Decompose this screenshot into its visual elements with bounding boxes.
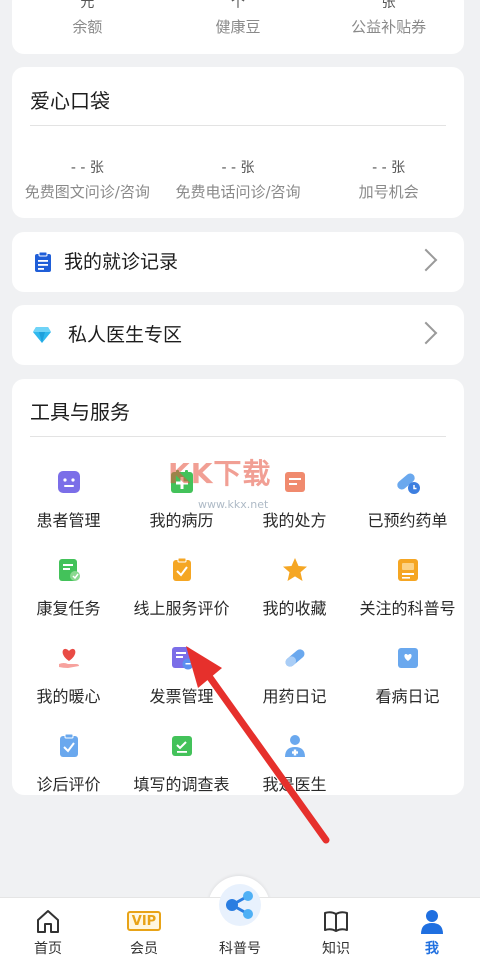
survey-icon: [171, 736, 192, 756]
free-text-consult-stat[interactable]: - - 张 免费图文问诊/咨询: [12, 159, 163, 202]
chevron-right-icon: [414, 248, 438, 272]
tool-prescription[interactable]: 我的处方: [238, 457, 351, 545]
free-phone-consult-stat[interactable]: - - 张 免费电话问诊/咨询: [163, 159, 314, 202]
vip-icon: VIP: [127, 911, 161, 931]
private-doctor-label: 私人医生专区: [68, 324, 183, 346]
tab-me[interactable]: 我: [384, 898, 480, 960]
tab-label: 我: [425, 941, 439, 957]
tool-invoice-management[interactable]: 发票管理: [125, 633, 238, 721]
balance-value: 元: [80, 0, 95, 11]
tool-label: 线上服务评价: [133, 599, 230, 618]
tool-service-review[interactable]: 线上服务评价: [125, 545, 238, 633]
tool-label: 我的收藏: [262, 599, 327, 618]
private-doctor-row[interactable]: 私人医生专区: [12, 305, 464, 365]
doctor-icon: [284, 735, 305, 757]
tool-label: 已预约药单: [367, 511, 448, 530]
divider: [30, 436, 446, 437]
bottom-tab-bar: 首页 VIP 会员 科普号 知识 我: [0, 884, 480, 960]
book-icon: [324, 911, 348, 932]
tool-label: 患者管理: [36, 511, 101, 530]
tab-home[interactable]: 首页: [0, 898, 96, 960]
prescription-icon: [284, 472, 305, 492]
love-pocket-card: 爱心口袋 - - 张 免费图文问诊/咨询 - - 张 免费电话问诊/咨询 - -…: [12, 67, 464, 218]
tool-label: 我是医生: [262, 775, 327, 794]
tab-label: 会员: [130, 941, 158, 957]
share-network-icon: [219, 884, 261, 926]
visit-records-row[interactable]: 我的就诊记录: [12, 232, 464, 292]
tab-label: 首页: [34, 941, 62, 957]
tool-medication-diary[interactable]: 用药日记: [238, 633, 351, 721]
balance-card: 元 余额 个 健康豆 张 公益补贴券: [12, 0, 464, 54]
balance-stat[interactable]: 元 余额: [12, 0, 163, 37]
tab-label: 知识: [322, 941, 350, 957]
tool-label: 看病日记: [375, 687, 440, 706]
pill-clock-icon: [396, 473, 420, 494]
tool-label: 康复任务: [36, 599, 101, 618]
invoice-icon: [171, 647, 193, 670]
home-icon: [37, 910, 59, 933]
tool-post-visit-review[interactable]: 诊后评价: [12, 721, 125, 809]
tab-label: 科普号: [219, 941, 261, 957]
service-review-icon: [172, 557, 191, 581]
health-beans-stat[interactable]: 个 健康豆: [163, 0, 314, 37]
coupon-value: 张: [381, 0, 396, 11]
chevron-right-icon: [414, 321, 438, 345]
tools-card: 工具与服务 患者管理 我的病历 我的处方 已预约药单 康复任务 线上服务评价 我…: [12, 379, 464, 795]
science-account-icon: [397, 559, 418, 581]
tool-followed-science-accounts[interactable]: 关注的科普号: [351, 545, 464, 633]
tool-patient-management[interactable]: 患者管理: [12, 457, 125, 545]
extra-appointment-value: - - 张: [372, 160, 406, 176]
coupon-label: 公益补贴券: [351, 18, 427, 36]
tool-label: 我的暖心: [36, 687, 101, 706]
star-icon: [282, 558, 307, 581]
coupon-stat[interactable]: 张 公益补贴券: [313, 0, 464, 37]
medical-record-icon: [170, 470, 193, 493]
rehab-task-icon: [58, 559, 80, 581]
extra-appointment-stat[interactable]: - - 张 加号机会: [313, 159, 464, 202]
tool-warm-heart[interactable]: 我的暖心: [12, 633, 125, 721]
patient-management-icon: [57, 471, 80, 493]
health-beans-value: 个: [231, 0, 245, 11]
tab-science[interactable]: 科普号: [192, 884, 288, 960]
tab-vip[interactable]: VIP 会员: [96, 898, 192, 960]
free-phone-consult-label: 免费电话问诊/咨询: [175, 183, 301, 201]
user-icon: [421, 910, 443, 934]
visit-records-label: 我的就诊记录: [64, 251, 179, 273]
tool-filled-surveys[interactable]: 填写的调查表: [125, 721, 238, 809]
free-phone-consult-value: - - 张: [221, 160, 255, 176]
tool-i-am-doctor[interactable]: 我是医生: [238, 721, 351, 809]
review-clipboard-icon: [59, 733, 78, 757]
pill-icon: [285, 649, 304, 667]
tool-label: 关注的科普号: [359, 599, 456, 618]
divider: [30, 125, 446, 126]
tool-label: 发票管理: [149, 687, 214, 706]
tool-label: 用药日记: [262, 687, 327, 706]
tool-booked-medicine[interactable]: 已预约药单: [351, 457, 464, 545]
tab-knowledge[interactable]: 知识: [288, 898, 384, 960]
tool-label: 填写的调查表: [133, 775, 230, 794]
heart-hand-icon: [58, 648, 79, 668]
tool-rehab-task[interactable]: 康复任务: [12, 545, 125, 633]
tool-visit-diary[interactable]: 看病日记: [351, 633, 464, 721]
tool-favorites[interactable]: 我的收藏: [238, 545, 351, 633]
balance-label: 余额: [72, 18, 103, 36]
tools-title: 工具与服务: [30, 400, 130, 424]
love-pocket-title: 爱心口袋: [30, 89, 110, 113]
tool-label: 我的处方: [262, 511, 327, 530]
tool-label: 诊后评价: [36, 775, 101, 794]
tool-medical-record[interactable]: 我的病历: [125, 457, 238, 545]
diamond-icon: [32, 326, 52, 348]
health-beans-label: 健康豆: [215, 18, 261, 36]
diary-icon: [397, 648, 418, 668]
extra-appointment-label: 加号机会: [358, 183, 419, 201]
free-text-consult-value: - - 张: [70, 160, 104, 176]
free-text-consult-label: 免费图文问诊/咨询: [24, 183, 150, 201]
clipboard-icon: [34, 251, 52, 277]
tool-label: 我的病历: [149, 511, 214, 530]
